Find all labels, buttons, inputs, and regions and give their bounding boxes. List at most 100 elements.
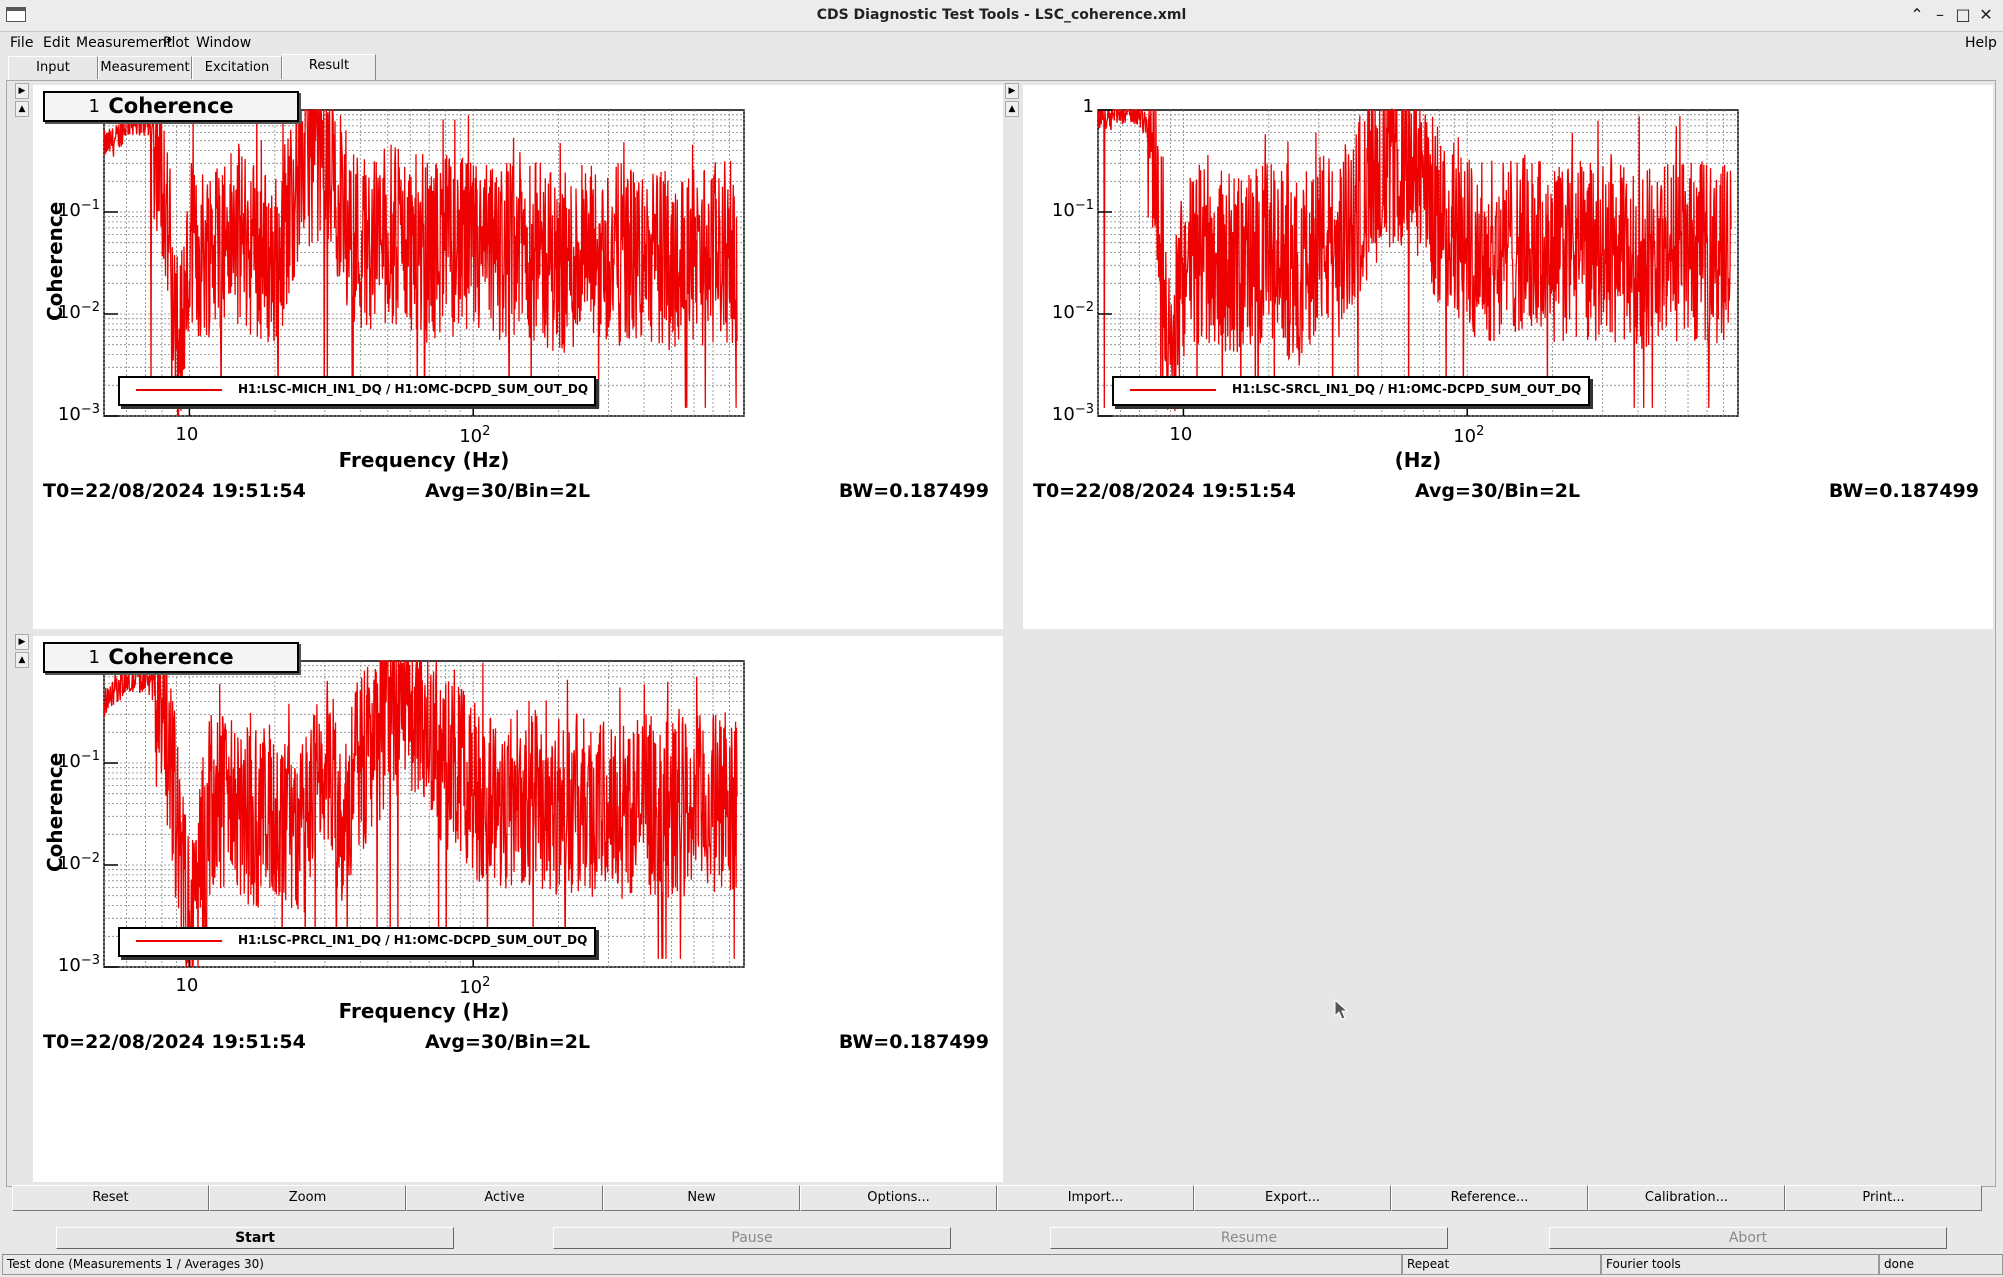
y-tick-exp: −3 — [80, 953, 100, 968]
avg-label: Avg=30/Bin=2L — [1415, 480, 1581, 502]
legend: H1:LSC-PRCL_IN1_DQ / H1:OMC-DCPD_SUM_OUT… — [118, 927, 596, 957]
new-button[interactable]: New — [603, 1185, 800, 1211]
calibration-button[interactable]: Calibration... — [1588, 1185, 1785, 1211]
bw-label: BW=0.187499 — [838, 1031, 989, 1053]
menu-bar: File Edit Measurement Plot Window Help — [0, 31, 2003, 55]
panel-title[interactable]: Coherence — [43, 91, 299, 122]
x-tick-label: 102 — [459, 424, 490, 447]
coherence-chart-2[interactable] — [1023, 85, 1993, 631]
tab-input[interactable]: Input — [8, 56, 98, 79]
pause-button[interactable]: Pause — [553, 1227, 951, 1249]
status-repeat: Repeat — [1402, 1254, 1601, 1275]
chevron-up-icon[interactable]: ⌃ — [1907, 5, 1927, 25]
y-tick-base: 10 — [1051, 404, 1075, 425]
y-tick-exp: −1 — [1074, 198, 1094, 213]
export-button[interactable]: Export... — [1194, 1185, 1391, 1211]
y-tick-label: 10−3 — [1052, 402, 1094, 425]
print-button[interactable]: Print... — [1785, 1185, 1982, 1211]
t0-label: T0=22/08/2024 19:51:54 — [1033, 480, 1296, 502]
y-tick-exp: −1 — [80, 749, 100, 764]
tab-excitation[interactable]: Excitation — [192, 56, 282, 79]
t0-label: T0=22/08/2024 19:51:54 — [43, 1031, 306, 1053]
menu-window[interactable]: Window — [196, 35, 251, 51]
reset-button[interactable]: Reset — [12, 1185, 209, 1211]
x-tick-label: 10 — [175, 424, 198, 445]
x-tick-label: 10 — [175, 975, 198, 996]
avg-label: Avg=30/Bin=2L — [425, 1031, 591, 1053]
y-tick-exp: −2 — [1074, 300, 1094, 315]
status-message: Test done (Measurements 1 / Averages 30) — [2, 1254, 1402, 1275]
coherence-chart-1[interactable] — [33, 85, 1003, 631]
menu-help[interactable]: Help — [1965, 35, 1997, 51]
x-tick-label: 102 — [1453, 424, 1484, 447]
tab-measurement[interactable]: Measurement — [98, 56, 192, 79]
legend-label: H1:LSC-SRCL_IN1_DQ / H1:OMC-DCPD_SUM_OUT… — [1232, 382, 1582, 396]
plot-panel-2[interactable]: 1 10−1 10−2 10−3 10 102 (Hz) H1:LSC-SRCL_IN1_DQ… — [1023, 85, 1993, 629]
active-button[interactable]: Active — [406, 1185, 603, 1211]
y-tick-base: 1 — [1082, 96, 1094, 117]
y-tick-label: 10−1 — [1052, 198, 1094, 221]
status-bar: Test done (Measurements 1 / Averages 30)… — [0, 1254, 2003, 1277]
y-tick-exp: −3 — [1074, 402, 1094, 417]
coherence-chart-3[interactable] — [33, 636, 1003, 1182]
plot-toolbar: Reset Zoom Active New Options... Import.… — [12, 1185, 1987, 1211]
x-tick-base: 10 — [459, 977, 483, 998]
zoom-button[interactable]: Zoom — [209, 1185, 406, 1211]
x-axis-label: (Hz) — [1394, 448, 1442, 472]
x-tick-exp: 2 — [1476, 424, 1485, 439]
legend-label: H1:LSC-MICH_IN1_DQ / H1:OMC-DCPD_SUM_OUT… — [238, 382, 589, 396]
x-tick-base: 10 — [1453, 426, 1477, 447]
y-tick-base: 10 — [1051, 302, 1075, 323]
y-axis-label: Coherence — [43, 201, 67, 321]
status-fourier: Fourier tools — [1601, 1254, 1879, 1275]
resume-button[interactable]: Resume — [1050, 1227, 1448, 1249]
minimize-icon[interactable]: – — [1930, 5, 1950, 25]
x-tick-exp: 2 — [482, 424, 491, 439]
x-tick-exp: 2 — [482, 975, 491, 990]
y-tick-exp: −2 — [80, 300, 100, 315]
legend-swatch — [136, 940, 222, 942]
close-icon[interactable]: ✕ — [1976, 5, 1996, 25]
y-tick-exp: −2 — [80, 851, 100, 866]
result-pane: ▶ ▲ Coherence 1 10−1 10−2 10−3 10 102 Frequenc… — [6, 80, 1996, 1187]
mouse-cursor-icon — [1334, 999, 1349, 1020]
menu-edit[interactable]: Edit — [43, 35, 70, 51]
y-tick-label: 10−2 — [1052, 300, 1094, 323]
t0-label: T0=22/08/2024 19:51:54 — [43, 480, 306, 502]
start-button[interactable]: Start — [56, 1227, 454, 1249]
maximize-icon[interactable]: □ — [1953, 5, 1973, 25]
status-state: done — [1879, 1254, 2003, 1275]
menu-measurement[interactable]: Measurement — [76, 35, 172, 51]
legend-swatch — [1130, 389, 1216, 391]
arrow-right-icon[interactable]: ▶ — [15, 83, 29, 99]
panel-3-arrows: ▶ ▲ — [15, 634, 29, 670]
arrow-up-icon[interactable]: ▲ — [15, 101, 29, 117]
y-tick-label: 1 — [89, 647, 100, 668]
abort-button[interactable]: Abort — [1549, 1227, 1947, 1249]
y-tick-base: 1 — [88, 647, 100, 668]
options-button[interactable]: Options... — [800, 1185, 997, 1211]
arrow-right-icon[interactable]: ▶ — [1005, 83, 1019, 99]
panel-title[interactable]: Coherence — [43, 642, 299, 673]
legend-label: H1:LSC-PRCL_IN1_DQ / H1:OMC-DCPD_SUM_OUT… — [238, 933, 588, 947]
y-tick-label: 10−3 — [58, 953, 100, 976]
plot-panel-1[interactable]: Coherence 1 10−1 10−2 10−3 10 102 Frequency (H… — [33, 85, 1003, 629]
title-bar: CDS Diagnostic Test Tools - LSC_coherenc… — [0, 0, 2003, 32]
import-button[interactable]: Import... — [997, 1185, 1194, 1211]
legend: H1:LSC-SRCL_IN1_DQ / H1:OMC-DCPD_SUM_OUT… — [1112, 376, 1590, 406]
plot-panel-3[interactable]: Coherence 1 10−1 10−2 10−3 10 102 Frequency (H… — [33, 636, 1003, 1182]
reference-button[interactable]: Reference... — [1391, 1185, 1588, 1211]
bw-label: BW=0.187499 — [1828, 480, 1979, 502]
menu-file[interactable]: File — [10, 35, 33, 51]
x-axis-label: Frequency (Hz) — [338, 999, 510, 1023]
x-axis-label: Frequency (Hz) — [338, 448, 510, 472]
menu-plot[interactable]: Plot — [163, 35, 189, 51]
legend: H1:LSC-MICH_IN1_DQ / H1:OMC-DCPD_SUM_OUT… — [118, 376, 596, 406]
tab-result[interactable]: Result — [282, 54, 376, 81]
arrow-right-icon[interactable]: ▶ — [15, 634, 29, 650]
arrow-up-icon[interactable]: ▲ — [15, 652, 29, 668]
arrow-up-icon[interactable]: ▲ — [1005, 101, 1019, 117]
y-tick-base: 10 — [57, 404, 81, 425]
legend-swatch — [136, 389, 222, 391]
y-tick-exp: −3 — [80, 402, 100, 417]
